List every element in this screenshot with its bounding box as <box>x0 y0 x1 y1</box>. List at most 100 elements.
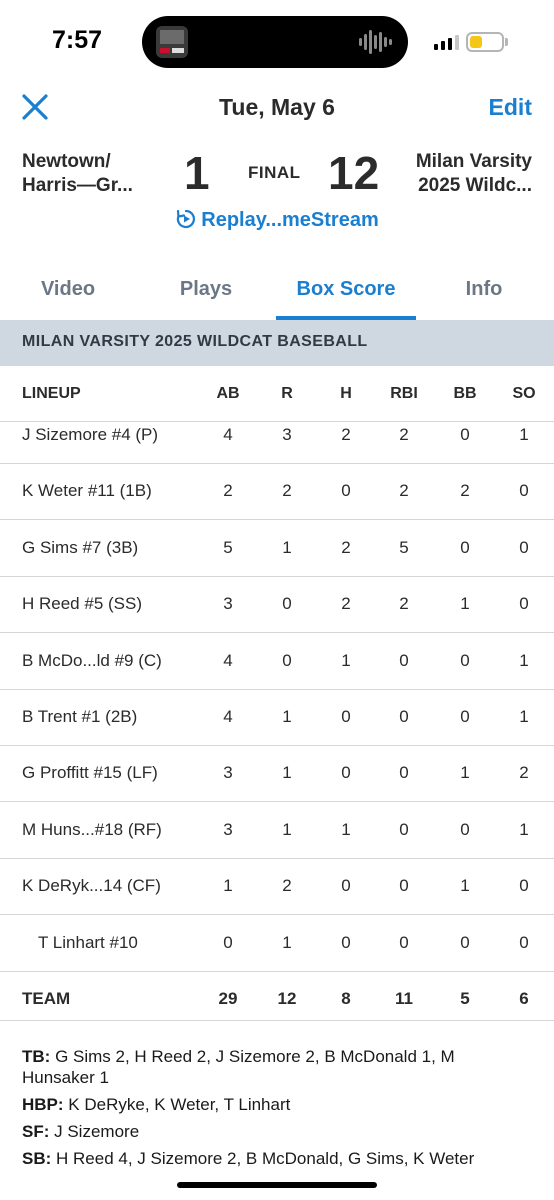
player-name: K DeRyk...14 (CF) <box>22 876 161 896</box>
player-name: G Sims #7 (3B) <box>22 537 139 557</box>
stat-h: 2 <box>341 594 351 614</box>
stat-so: 1 <box>519 707 529 726</box>
note-label: SF: <box>22 1122 50 1141</box>
away-team-name[interactable]: Milan Varsity 2025 Wildc... <box>416 150 532 198</box>
stat-h: 0 <box>341 763 351 783</box>
away-team-line1: Milan Varsity <box>415 151 532 172</box>
stat-ab: 3 <box>223 594 233 614</box>
stat-so: 2 <box>519 763 529 783</box>
replay-icon <box>177 209 196 229</box>
dynamic-island[interactable] <box>142 16 408 68</box>
stat-ab: 3 <box>223 819 233 839</box>
tab-box-score[interactable]: Box Score <box>276 270 416 320</box>
stat-h: 2 <box>341 537 351 557</box>
home-team-line1: Newtown/ <box>22 151 111 172</box>
stat-so: 1 <box>519 819 529 839</box>
stat-rbi: 2 <box>399 481 409 501</box>
stat-so: 0 <box>519 481 529 501</box>
table-row[interactable]: J Sizemore #4 (P) 4 3 2 2 0 1 <box>0 422 554 464</box>
replay-link[interactable]: Replay...meStream <box>0 208 554 232</box>
stat-rbi: 0 <box>399 707 409 726</box>
player-name: B Trent #1 (2B) <box>22 707 138 726</box>
table-row[interactable]: B Trent #1 (2B) 4 1 0 0 0 1 <box>0 690 554 746</box>
tab-info[interactable]: Info <box>434 270 534 320</box>
stat-h: 0 <box>341 932 351 952</box>
stat-bb: 0 <box>460 425 470 444</box>
table-row[interactable]: K Weter #11 (1B) 2 2 0 2 2 0 <box>0 464 554 521</box>
table-header-row: LINEUP AB R H RBI BB SO <box>0 366 554 422</box>
stat-rbi: 2 <box>399 425 409 444</box>
stat-ab: 29 <box>218 989 238 1008</box>
page-title: Tue, May 6 <box>219 94 335 120</box>
game-note: TB: G Sims 2, H Reed 2, J Sizemore 2, B … <box>22 1046 532 1088</box>
player-name: B McDo...ld #9 (C) <box>22 650 162 670</box>
stat-ab: 4 <box>223 425 233 444</box>
stat-so: 0 <box>519 932 529 952</box>
stat-r: 2 <box>282 481 292 501</box>
stat-rbi: 0 <box>399 819 409 839</box>
stat-bb: 1 <box>460 763 470 783</box>
game-status: FINAL <box>248 163 301 182</box>
tab-plays[interactable]: Plays <box>156 270 256 320</box>
edit-button[interactable]: Edit <box>489 94 532 121</box>
stat-h: 2 <box>341 425 351 444</box>
stat-r: 1 <box>282 763 292 783</box>
stat-h: 0 <box>341 707 351 726</box>
stat-bb: 0 <box>460 819 470 839</box>
stat-so: 0 <box>519 537 529 557</box>
column-header-so: SO <box>512 385 536 402</box>
stat-r: 0 <box>282 650 292 670</box>
stat-rbi: 2 <box>399 594 409 614</box>
stat-rbi: 0 <box>399 876 409 896</box>
column-header-rbi: RBI <box>390 385 418 402</box>
stat-so: 1 <box>519 650 529 670</box>
table-body: J Sizemore #4 (P) 4 3 2 2 0 1 K Weter #11 (1B) 2… <box>0 422 554 1022</box>
cellular-signal-icon <box>434 34 459 50</box>
tab-bar: Video Plays Box Score Info <box>0 270 554 320</box>
stat-ab: 1 <box>223 876 233 896</box>
stat-bb: 0 <box>460 707 470 726</box>
home-team-name[interactable]: Newtown/ Harris—Gr... <box>22 150 133 198</box>
stat-r: 12 <box>277 989 297 1008</box>
player-name: K Weter #11 (1B) <box>22 481 152 501</box>
home-indicator[interactable] <box>177 1182 377 1188</box>
table-row[interactable]: H Reed #5 (SS) 3 0 2 2 1 0 <box>0 577 554 634</box>
tab-video[interactable]: Video <box>18 270 118 320</box>
stat-r: 0 <box>282 594 292 614</box>
table-row[interactable]: G Proffitt #15 (LF) 3 1 0 0 1 2 <box>0 746 554 803</box>
home-score: 1 <box>184 147 210 199</box>
note-text: K DeRyke, K Weter, T Linhart <box>68 1095 291 1114</box>
now-playing-thumbnail <box>156 26 188 58</box>
stat-rbi: 0 <box>399 763 409 783</box>
table-row[interactable]: M Huns...#18 (RF) 3 1 1 0 0 1 <box>0 803 554 859</box>
stat-rbi: 0 <box>399 932 409 952</box>
stat-rbi: 0 <box>399 650 409 670</box>
column-header-h: H <box>340 385 352 402</box>
battery-icon <box>466 32 504 52</box>
table-row[interactable]: K DeRyk...14 (CF) 1 2 0 0 1 0 <box>0 859 554 916</box>
stat-r: 1 <box>282 819 292 839</box>
stat-bb: 0 <box>460 932 470 952</box>
table-row[interactable]: T Linhart #10 0 1 0 0 0 0 <box>0 916 554 972</box>
stat-ab: 3 <box>223 763 233 783</box>
stat-bb: 1 <box>460 876 470 896</box>
stat-h: 0 <box>341 481 351 501</box>
column-header-lineup: LINEUP <box>22 385 81 402</box>
column-header-r: R <box>281 385 293 402</box>
table-row[interactable]: G Sims #7 (3B) 5 1 2 5 0 0 <box>0 521 554 577</box>
status-bar: 7:57 <box>0 0 554 80</box>
stat-rbi: 11 <box>395 989 413 1008</box>
audio-waveform-icon <box>359 28 392 56</box>
stat-ab: 4 <box>223 650 233 670</box>
note-text: G Sims 2, H Reed 2, J Sizemore 2, B McDo… <box>22 1047 455 1087</box>
stat-r: 3 <box>282 425 292 444</box>
stat-ab: 0 <box>223 932 233 952</box>
player-name: J Sizemore #4 (P) <box>22 425 159 444</box>
stat-ab: 2 <box>223 481 233 501</box>
game-note: HBP: K DeRyke, K Weter, T Linhart <box>22 1094 532 1115</box>
divider <box>0 1020 554 1021</box>
table-row[interactable]: B McDo...ld #9 (C) 4 0 1 0 0 1 <box>0 634 554 690</box>
stat-h: 8 <box>341 989 351 1008</box>
stat-bb: 0 <box>460 650 470 670</box>
stat-h: 0 <box>341 876 351 896</box>
